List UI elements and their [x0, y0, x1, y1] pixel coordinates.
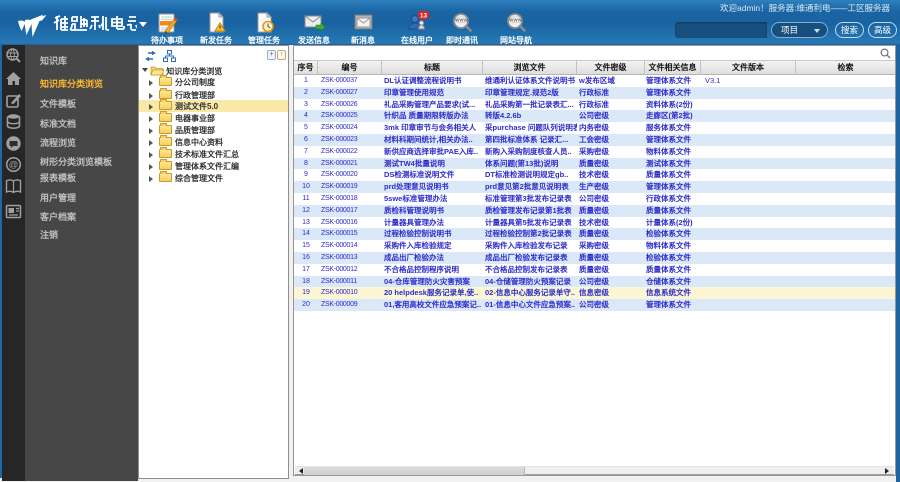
svg-text:13: 13	[419, 13, 427, 20]
svg-text:@: @	[9, 160, 19, 171]
svg-text:WWW: WWW	[509, 18, 522, 23]
svg-text:WWW: WWW	[455, 18, 468, 23]
